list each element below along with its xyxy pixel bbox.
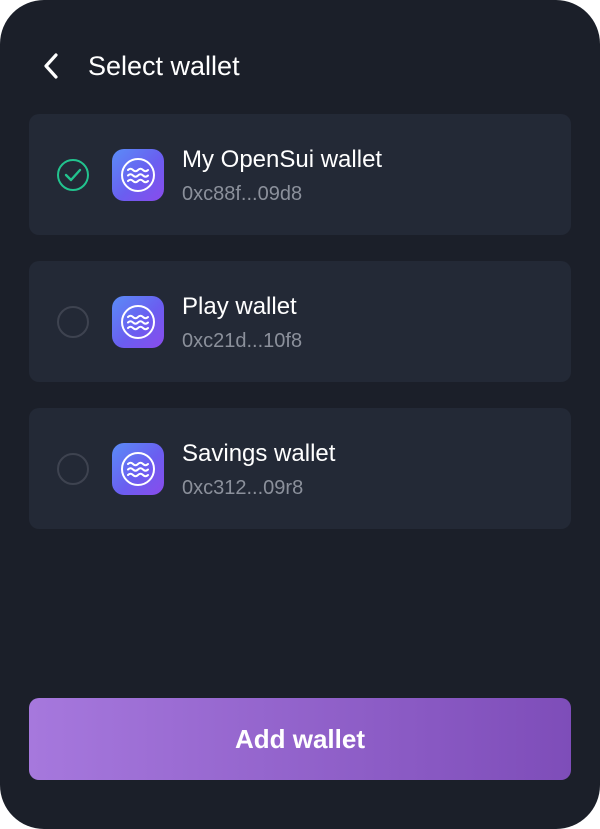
waves-icon xyxy=(121,452,155,486)
wallet-card-1[interactable]: Play wallet 0xc21d...10f8 xyxy=(29,261,571,382)
wallet-name: Play wallet xyxy=(182,293,297,320)
wallet-address: 0xc312...09r8 xyxy=(182,477,304,499)
wallet-card-2[interactable]: Savings wallet 0xc312...09r8 xyxy=(29,408,571,529)
waves-icon xyxy=(121,158,155,192)
wallet-address: 0xc21d...10f8 xyxy=(182,330,303,352)
waves-icon xyxy=(121,305,155,339)
wallet-icon xyxy=(112,149,164,201)
wallet-icon xyxy=(112,443,164,495)
wallet-name: Savings wallet xyxy=(182,440,336,467)
wallet-card-0[interactable]: My OpenSui wallet 0xc88f...09d8 xyxy=(29,114,571,235)
page-title: Select wallet xyxy=(88,51,240,81)
radio-selected[interactable] xyxy=(57,159,89,191)
wallet-selector-screen: Select wallet My OpenSui wallet 0xc88f..… xyxy=(0,0,600,829)
wallet-icon xyxy=(112,296,164,348)
check-icon xyxy=(64,168,82,182)
wallet-address: 0xc88f...09d8 xyxy=(182,183,303,205)
back-button[interactable] xyxy=(34,48,70,84)
add-wallet-button[interactable]: Add wallet xyxy=(29,698,571,780)
radio-unselected[interactable] xyxy=(57,306,89,338)
header: Select wallet xyxy=(0,40,600,94)
radio-unselected[interactable] xyxy=(57,453,89,485)
wallet-name: My OpenSui wallet xyxy=(182,146,383,173)
chevron-left-icon xyxy=(44,53,58,79)
